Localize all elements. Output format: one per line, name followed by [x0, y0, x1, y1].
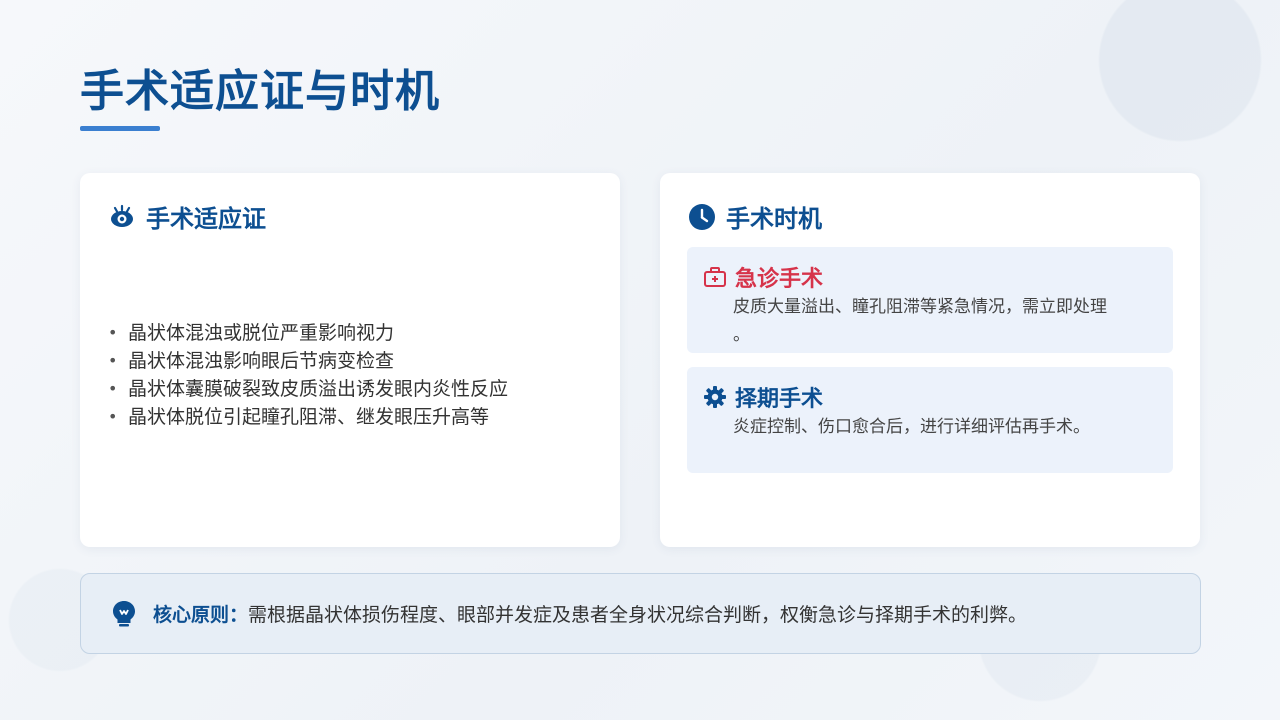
- first-aid-kit-icon: [703, 265, 727, 289]
- indications-heading: 手术适应证: [146, 205, 266, 233]
- indications-card: 手术适应证 • 晶状体混浊或脱位严重影响视力 • 晶状体混浊影响眼后节病变检查 • 晶…: [80, 173, 620, 547]
- clock-icon: [688, 203, 716, 231]
- lightbulb-icon: [109, 599, 139, 629]
- timing-card: 手术时机 急诊手术 皮质大量溢出、瞳孔阻滞等紧急情况，需立即处理 。 择期手术 …: [660, 173, 1200, 547]
- list-item: • 晶状体混浊或脱位严重影响视力: [108, 322, 395, 344]
- eye-icon: [108, 203, 136, 231]
- emergency-surgery-text: 皮质大量溢出、瞳孔阻滞等紧急情况，需立即处理 。: [733, 297, 1107, 345]
- timing-header: 手术时机: [688, 199, 822, 234]
- principle-label: 核心原则：: [153, 604, 249, 626]
- timing-heading: 手术时机: [726, 205, 822, 233]
- indications-list: • 晶状体混浊或脱位严重影响视力 • 晶状体混浊影响眼后节病变检查 • 晶状体囊膜破裂…: [108, 319, 508, 431]
- list-item: • 晶状体脱位引起瞳孔阻滞、继发眼压升高等: [108, 406, 490, 428]
- page-title: 手术适应证与时机: [80, 66, 440, 117]
- principle-banner: 核心原则： 需根据晶状体损伤程度、眼部并发症及患者全身状况综合判断，权衡急诊与择…: [80, 573, 1201, 654]
- emergency-surgery-box: 急诊手术 皮质大量溢出、瞳孔阻滞等紧急情况，需立即处理 。: [687, 247, 1173, 353]
- list-item: • 晶状体混浊影响眼后节病变检查: [108, 350, 395, 372]
- list-item: • 晶状体囊膜破裂致皮质溢出诱发眼内炎性反应: [108, 378, 509, 400]
- title-underline: [80, 126, 160, 131]
- indications-header: 手术适应证: [108, 199, 266, 234]
- elective-surgery-box: 择期手术 炎症控制、伤口愈合后，进行详细评估再手术。: [687, 367, 1173, 473]
- elective-surgery-text: 炎症控制、伤口愈合后，进行详细评估再手术。: [733, 417, 1090, 437]
- principle-text: 需根据晶状体损伤程度、眼部并发症及患者全身状况综合判断，权衡急诊与择期手术的利弊…: [248, 604, 1028, 626]
- elective-surgery-label: 择期手术: [735, 387, 824, 412]
- gear-icon: [703, 385, 727, 409]
- emergency-surgery-label: 急诊手术: [735, 267, 824, 292]
